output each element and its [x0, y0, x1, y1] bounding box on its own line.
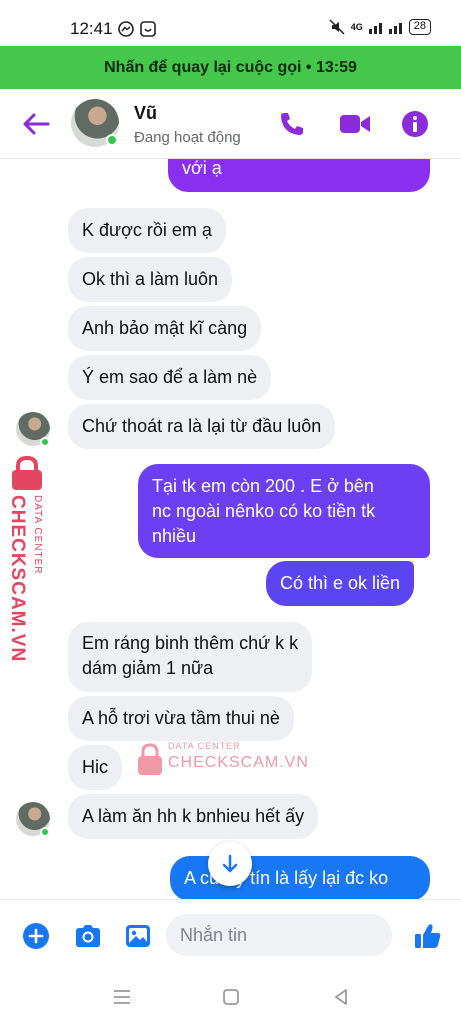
message-text: Ok thì a làm luôn [82, 269, 219, 289]
lock-watermark-icon [12, 455, 42, 490]
message-text: với ạ [182, 159, 222, 178]
message-text: A làm ăn hh k bnhieu hết ấy [82, 806, 305, 826]
video-icon[interactable] [338, 109, 372, 139]
message-text-line: nc ngoài nênko có ko tiền tk [152, 501, 376, 521]
network-type: 4G [350, 22, 363, 32]
online-indicator [106, 134, 118, 146]
message-text-line: Em ráng binh thêm chứ k k [82, 633, 299, 653]
message-bubble-incoming[interactable]: Chứ thoát ra là lại từ đầu luôn [68, 404, 336, 449]
chat-header: Vũ Đang hoạt động [0, 89, 461, 159]
contact-name[interactable]: Vũ [134, 103, 157, 124]
phone-icon[interactable] [277, 109, 307, 139]
messenger-icon [118, 21, 134, 37]
home-nav-icon[interactable] [220, 986, 242, 1008]
message-bubble-incoming[interactable]: K được rồi em ạ [68, 208, 226, 253]
message-bubble-incoming[interactable]: Ý em sao để a làm nè [68, 355, 272, 400]
status-time: 12:41 [70, 19, 113, 38]
watermark-side: CHECKSCAM.VN DATA CENTER [4, 455, 54, 662]
message-bubble-incoming[interactable]: Anh bảo mật kĩ càng [68, 306, 262, 351]
back-arrow-icon[interactable] [20, 108, 52, 140]
message-bubble-incoming[interactable]: A làm ăn hh k bnhieu hết ấy [68, 794, 319, 839]
camera-icon[interactable] [73, 922, 103, 950]
info-icon[interactable] [400, 109, 430, 139]
lock-watermark-icon [138, 743, 162, 775]
message-bubble-outgoing[interactable]: Có thì e ok liền [266, 561, 415, 606]
app-notification-icon [140, 21, 156, 37]
battery-indicator: 28 [408, 19, 431, 35]
composer-bar [0, 899, 461, 969]
return-to-call-banner[interactable]: Nhấn để quay lại cuộc gọi • 13:59 [0, 46, 461, 89]
menu-nav-icon[interactable] [111, 986, 133, 1008]
message-list[interactable]: với ạ K được rồi em ạ Ok thì a làm luôn … [0, 159, 461, 899]
message-text: K được rồi em ạ [82, 220, 212, 240]
message-text-line: nhiều [152, 526, 197, 546]
message-text-line: Tại tk em còn 200 . E ở bên [152, 476, 374, 496]
watermark-text: CHECKSCAM.VN [168, 754, 309, 771]
status-notification-icons [118, 21, 156, 37]
watermark-subtext: DATA CENTER [32, 495, 43, 575]
system-navigation-bar [0, 969, 461, 1024]
message-text: A hỗ trơi vừa tầm thui nè [82, 708, 280, 728]
message-bubble-incoming[interactable]: Hic [68, 745, 122, 790]
watermark-center: DATA CENTER CHECKSCAM.VN [136, 738, 309, 788]
contact-status: Đang hoạt động [134, 129, 241, 146]
message-bubble-outgoing[interactable]: Tại tk em còn 200 . E ở bên nc ngoài nên… [138, 464, 430, 558]
signal-icon [368, 23, 402, 34]
message-bubble-incoming[interactable]: Em ráng binh thêm chứ k k dám giảm 1 nữa [68, 622, 313, 692]
message-input[interactable] [166, 914, 392, 956]
message-text: Có thì e ok liền [280, 573, 401, 593]
status-right-icons: 4G 28 [329, 19, 431, 35]
message-text: Hic [82, 757, 108, 777]
mute-icon [329, 19, 345, 35]
message-bubble-outgoing[interactable]: với ạ [168, 159, 430, 192]
watermark-subtext: DATA CENTER [168, 741, 241, 751]
online-indicator [40, 437, 50, 447]
status-bar: 12:41 4G 28 [0, 0, 461, 46]
message-text-line: dám giảm 1 nữa [82, 658, 214, 678]
scroll-down-icon [222, 854, 238, 873]
call-banner-text: Nhấn để quay lại cuộc gọi • 13:59 [104, 58, 357, 76]
message-text: Chứ thoát ra là lại từ đầu luôn [82, 416, 322, 436]
message-text: Anh bảo mật kĩ càng [82, 318, 248, 338]
message-bubble-incoming[interactable]: Ok thì a làm luôn [68, 257, 233, 302]
message-text: Ý em sao để a làm nè [82, 367, 258, 387]
image-icon[interactable] [124, 922, 152, 950]
message-bubble-incoming[interactable]: A hỗ trơi vừa tầm thui nè [68, 696, 294, 741]
watermark-text: CHECKSCAM.VN [7, 495, 28, 663]
plus-icon[interactable] [22, 922, 50, 950]
scroll-to-bottom-button[interactable] [208, 842, 252, 886]
thumbs-up-icon[interactable] [413, 922, 443, 950]
back-nav-icon[interactable] [330, 986, 352, 1008]
online-indicator [40, 827, 50, 837]
